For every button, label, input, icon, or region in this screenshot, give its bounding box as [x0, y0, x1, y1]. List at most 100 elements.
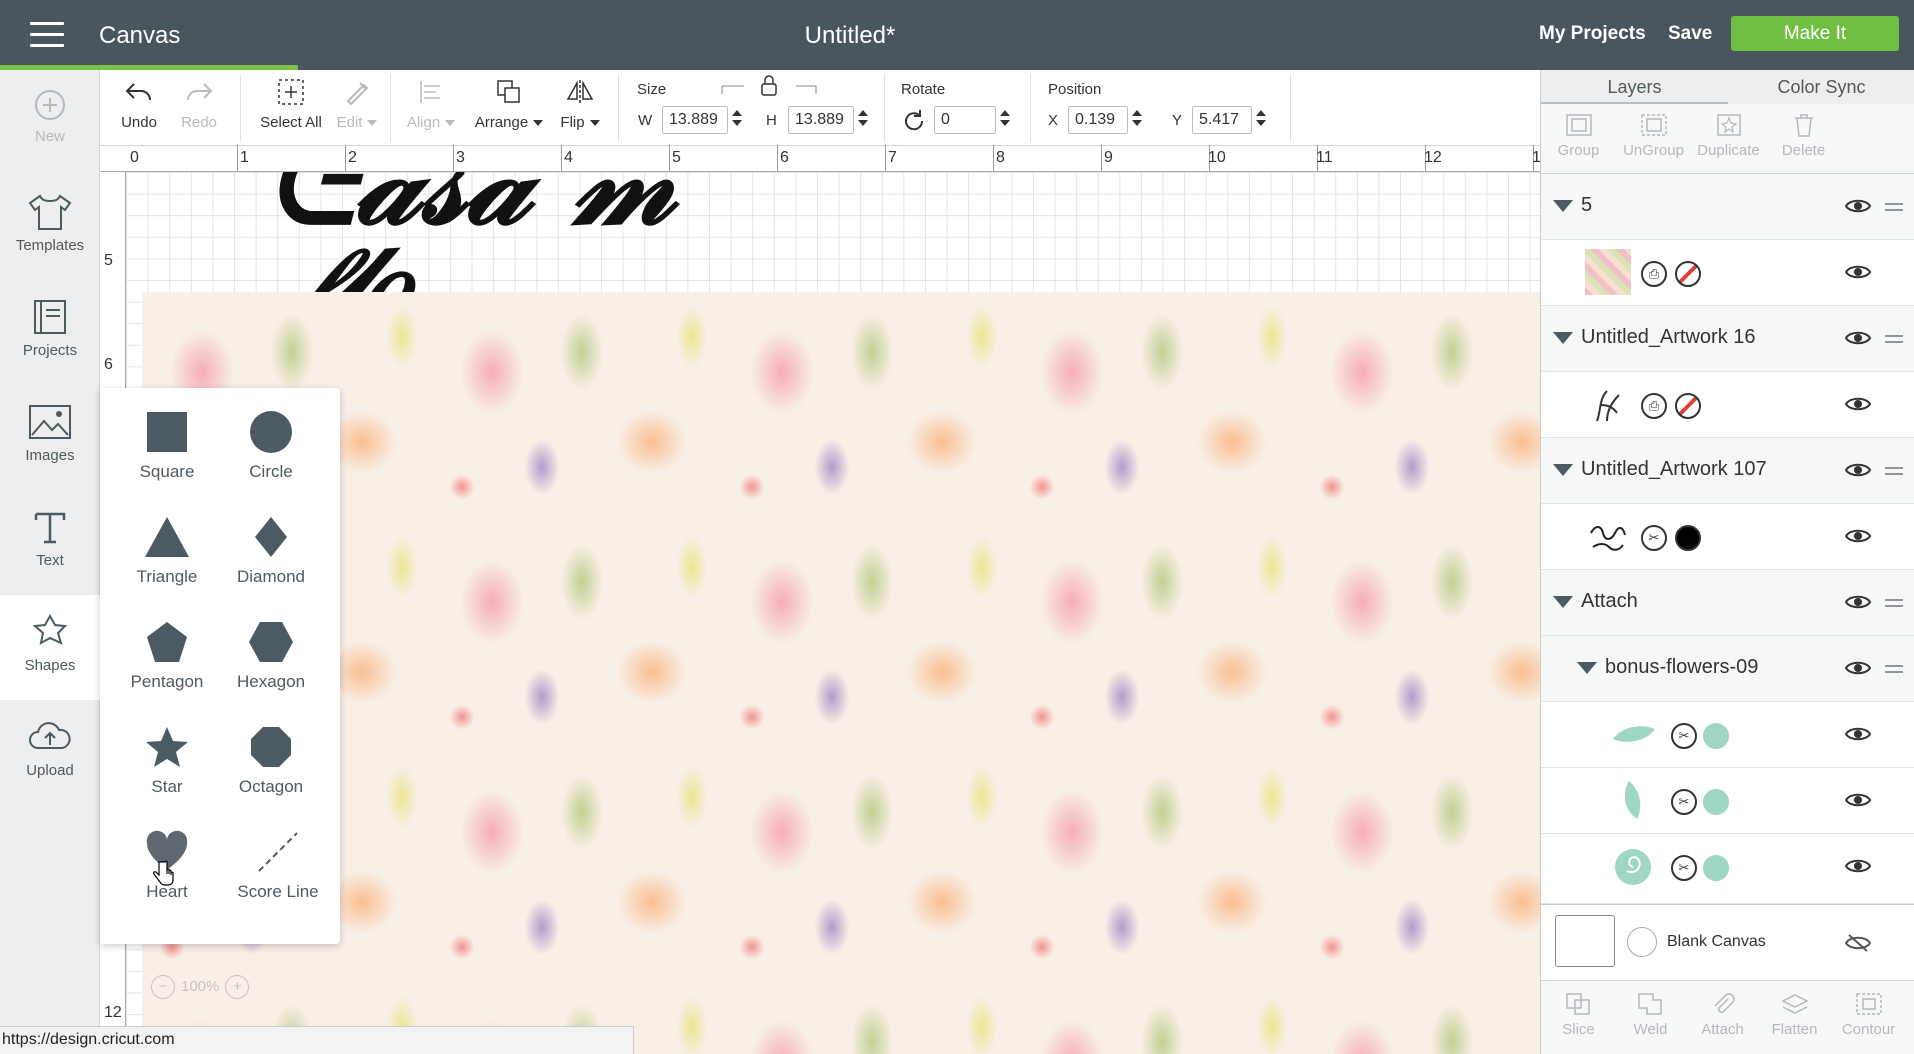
- lock-icon[interactable]: [720, 74, 820, 98]
- eye-icon[interactable]: [1845, 460, 1871, 480]
- height-field[interactable]: 13.889: [788, 106, 854, 134]
- layer-row[interactable]: ✂: [1541, 504, 1914, 570]
- sidebar-item-shapes[interactable]: Shapes: [0, 595, 100, 700]
- collapse-triangle-icon[interactable]: [1553, 464, 1573, 476]
- edit-dropdown[interactable]: Edit: [322, 70, 392, 146]
- tab-color-sync[interactable]: Color Sync: [1728, 77, 1914, 98]
- eye-icon[interactable]: [1845, 394, 1871, 414]
- scissors-icon[interactable]: ✂: [1671, 789, 1697, 815]
- document-title[interactable]: Untitled*: [0, 22, 1700, 50]
- color-swatch[interactable]: [1703, 723, 1729, 749]
- print-icon[interactable]: ⎙: [1641, 261, 1667, 287]
- sidebar-item-templates[interactable]: Templates: [0, 175, 100, 280]
- weld-button[interactable]: Weld: [1613, 991, 1688, 1038]
- eye-icon[interactable]: [1845, 856, 1871, 876]
- layer-group-row[interactable]: 5: [1541, 174, 1914, 240]
- drag-handle-icon[interactable]: [1885, 467, 1903, 479]
- my-projects-link[interactable]: My Projects: [1539, 23, 1646, 45]
- layer-row[interactable]: ✂: [1541, 768, 1914, 834]
- delete-button[interactable]: Delete: [1766, 112, 1841, 159]
- blank-canvas-row[interactable]: Blank Canvas: [1541, 904, 1914, 980]
- canvas-color-swatch[interactable]: [1627, 927, 1657, 957]
- layer-row[interactable]: ✂: [1541, 702, 1914, 768]
- align-dropdown[interactable]: Align: [396, 70, 466, 146]
- sidebar-item-new[interactable]: New: [0, 70, 100, 175]
- group-button[interactable]: Group: [1541, 112, 1616, 159]
- layer-row[interactable]: ⎙: [1541, 240, 1914, 306]
- contour-button[interactable]: Contour: [1831, 991, 1906, 1038]
- flip-dropdown[interactable]: Flip: [554, 70, 606, 146]
- slice-button[interactable]: Slice: [1541, 991, 1616, 1038]
- arrange-dropdown[interactable]: Arrange: [470, 70, 548, 146]
- scissors-icon[interactable]: ✂: [1671, 723, 1697, 749]
- eye-icon[interactable]: [1845, 790, 1871, 810]
- no-fill-swatch[interactable]: [1675, 261, 1701, 287]
- shape-score-line[interactable]: Score Line: [216, 808, 340, 906]
- layer-row[interactable]: ⎙: [1541, 372, 1914, 438]
- shape-octagon[interactable]: Octagon: [216, 703, 326, 801]
- flatten-button[interactable]: Flatten: [1757, 991, 1832, 1038]
- make-it-button[interactable]: Make It: [1731, 16, 1899, 51]
- shape-star[interactable]: Star: [112, 703, 222, 801]
- zoom-in-button[interactable]: +: [225, 975, 250, 999]
- sidebar-item-images[interactable]: Images: [0, 385, 100, 490]
- collapse-triangle-icon[interactable]: [1553, 200, 1573, 212]
- shape-triangle[interactable]: Triangle: [112, 493, 222, 591]
- sidebar-item-text[interactable]: Text: [0, 490, 100, 595]
- sidebar-item-upload[interactable]: Upload: [0, 700, 100, 805]
- tab-layers[interactable]: Layers: [1541, 77, 1728, 98]
- color-swatch[interactable]: [1675, 525, 1701, 551]
- y-field[interactable]: 5.417: [1192, 106, 1252, 134]
- eye-icon[interactable]: [1845, 526, 1871, 546]
- shape-diamond[interactable]: Diamond: [216, 493, 326, 591]
- width-stepper[interactable]: [730, 106, 744, 134]
- floral-pattern-image[interactable]: [142, 292, 1540, 1054]
- rotate-stepper[interactable]: [998, 106, 1012, 134]
- eye-icon[interactable]: [1845, 724, 1871, 744]
- collapse-triangle-icon[interactable]: [1553, 596, 1573, 608]
- ungroup-button[interactable]: UnGroup: [1616, 112, 1691, 159]
- scissors-icon[interactable]: ✂: [1641, 525, 1667, 551]
- collapse-triangle-icon[interactable]: [1577, 662, 1597, 674]
- color-swatch[interactable]: [1703, 855, 1729, 881]
- shape-square[interactable]: Square: [112, 388, 222, 486]
- redo-button[interactable]: Redo: [174, 70, 224, 146]
- shape-pentagon[interactable]: Pentagon: [112, 598, 222, 696]
- height-stepper[interactable]: [856, 106, 870, 134]
- drag-handle-icon[interactable]: [1885, 665, 1903, 677]
- shape-circle[interactable]: Circle: [216, 388, 326, 486]
- x-stepper[interactable]: [1130, 106, 1144, 134]
- y-stepper[interactable]: [1254, 106, 1268, 134]
- drag-handle-icon[interactable]: [1885, 203, 1903, 215]
- width-field[interactable]: 13.889: [662, 106, 728, 134]
- eye-icon[interactable]: [1845, 328, 1871, 348]
- shape-hexagon[interactable]: Hexagon: [216, 598, 326, 696]
- scissors-icon[interactable]: ✂: [1671, 855, 1697, 881]
- ruler-mark: 4: [564, 149, 573, 166]
- save-button[interactable]: Save: [1668, 23, 1712, 45]
- undo-button[interactable]: Undo: [114, 70, 164, 146]
- drag-handle-icon[interactable]: [1885, 335, 1903, 347]
- no-fill-swatch[interactable]: [1675, 393, 1701, 419]
- print-icon[interactable]: ⎙: [1641, 393, 1667, 419]
- layer-group-row[interactable]: Untitled_Artwork 107: [1541, 438, 1914, 504]
- attach-button[interactable]: Attach: [1685, 991, 1760, 1038]
- layer-group-row[interactable]: Attach: [1541, 570, 1914, 636]
- x-field[interactable]: 0.139: [1068, 106, 1128, 134]
- color-swatch[interactable]: [1703, 789, 1729, 815]
- shape-heart[interactable]: Heart: [112, 808, 222, 906]
- sidebar-item-projects[interactable]: Projects: [0, 280, 100, 385]
- eye-icon[interactable]: [1845, 658, 1871, 678]
- eye-icon[interactable]: [1845, 592, 1871, 612]
- layer-group-row[interactable]: bonus-flowers-09: [1541, 636, 1914, 702]
- collapse-triangle-icon[interactable]: [1553, 332, 1573, 344]
- drag-handle-icon[interactable]: [1885, 599, 1903, 611]
- zoom-out-button[interactable]: −: [151, 975, 175, 999]
- eye-hidden-icon[interactable]: [1845, 933, 1871, 953]
- eye-icon[interactable]: [1845, 262, 1871, 282]
- layer-group-row[interactable]: Untitled_Artwork 16: [1541, 306, 1914, 372]
- rotate-field[interactable]: 0: [934, 106, 996, 134]
- layer-row[interactable]: ✂: [1541, 834, 1914, 904]
- eye-icon[interactable]: [1845, 196, 1871, 216]
- duplicate-button[interactable]: Duplicate: [1691, 112, 1766, 159]
